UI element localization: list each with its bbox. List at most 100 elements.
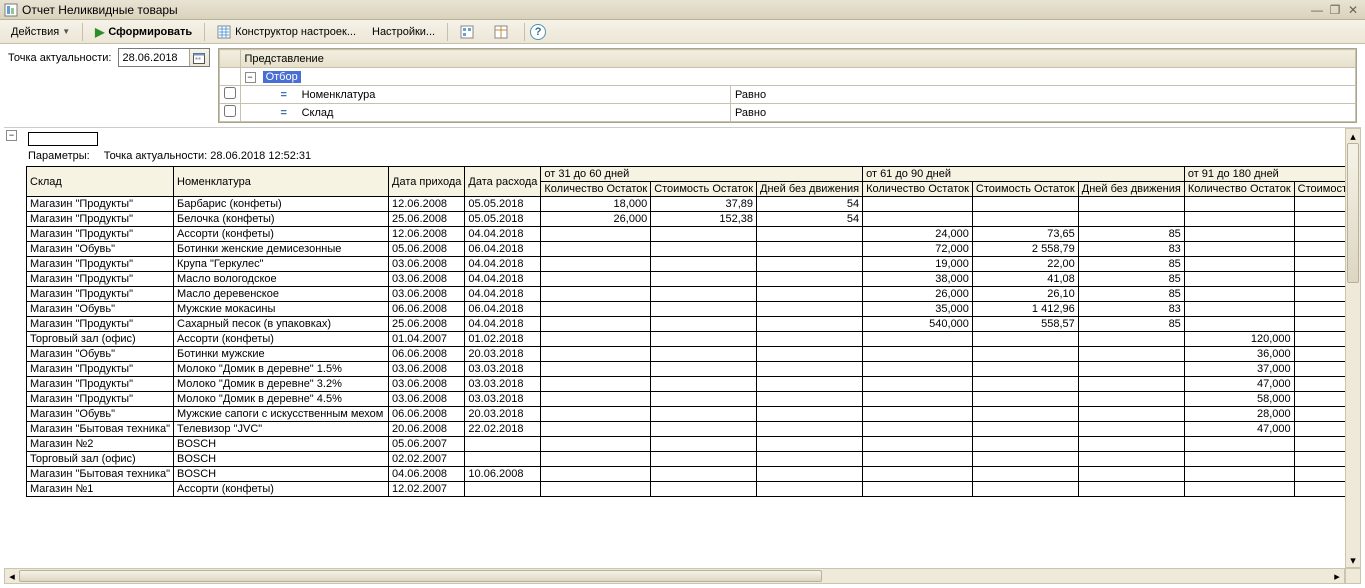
table-row[interactable]: Магазин "Бытовая техника"BOSCH04.06.2008…	[27, 467, 1346, 482]
title-bar: Отчет Неликвидные товары — ❐ ✕	[0, 0, 1365, 20]
col-group-3: от 91 до 180 дней	[1184, 167, 1345, 182]
cell: 12.06.2008	[389, 227, 465, 242]
tool-icon-1[interactable]	[453, 22, 485, 42]
calendar-button[interactable]	[189, 49, 209, 66]
filter-root[interactable]: − Отбор	[240, 68, 1356, 86]
table-row[interactable]: Магазин "Продукты"Барбарис (конфеты)12.0…	[27, 197, 1346, 212]
params-label: Параметры:	[28, 150, 90, 162]
close-button[interactable]: ✕	[1345, 3, 1361, 17]
cell: 26,10	[972, 287, 1078, 302]
cell	[757, 287, 863, 302]
table-row[interactable]: Магазин "Продукты"Молоко "Домик в деревн…	[27, 377, 1346, 392]
sub-cost: Стоимость Остаток	[972, 182, 1078, 197]
settings-button[interactable]: Настройки...	[365, 22, 442, 42]
table-row[interactable]: Магазин "Продукты"Сахарный песок (в упак…	[27, 317, 1346, 332]
cell: 25.06.2008	[389, 317, 465, 332]
scroll-thumb[interactable]	[19, 570, 822, 582]
cell: Сахарный песок (в упаковках)	[174, 317, 389, 332]
cell	[541, 287, 651, 302]
filter-row-item[interactable]: = Номенклатура	[240, 86, 730, 104]
table-row[interactable]: Магазин "Продукты"Белочка (конфеты)25.06…	[27, 212, 1346, 227]
tool-icon-2[interactable]	[487, 22, 519, 42]
actions-menu[interactable]: Действия ▼	[4, 22, 77, 42]
constructor-button[interactable]: Конструктор настроек...	[210, 22, 363, 42]
cell	[972, 467, 1078, 482]
cell	[972, 437, 1078, 452]
cell	[541, 452, 651, 467]
table-row[interactable]: Магазин "Продукты"Масло вологодское03.06…	[27, 272, 1346, 287]
cell	[541, 482, 651, 497]
relevance-value[interactable]	[119, 49, 189, 66]
cell	[757, 392, 863, 407]
scroll-right-icon[interactable]: ▸	[1330, 570, 1344, 582]
scroll-thumb[interactable]	[1347, 143, 1359, 283]
report-collapse-toggle[interactable]: −	[6, 130, 17, 141]
form-report-button[interactable]: ▶ Сформировать	[88, 22, 199, 42]
cell	[757, 227, 863, 242]
filter-row-checkbox[interactable]	[224, 87, 236, 99]
scroll-up-icon[interactable]: ▴	[1347, 129, 1359, 143]
filter-row-cond[interactable]: Равно	[730, 86, 1355, 104]
table-row[interactable]: Магазин №2BOSCH05.06.20071,000980,00	[27, 437, 1346, 452]
cell	[541, 227, 651, 242]
filter-row-item[interactable]: = Склад	[240, 104, 730, 122]
cell	[465, 452, 541, 467]
filter-header: Представление	[240, 50, 1356, 68]
filter-root-check	[219, 68, 240, 86]
relevance-date-input[interactable]	[118, 48, 210, 67]
cell	[541, 317, 651, 332]
table-row[interactable]: Торговый зал (офис)Ассорти (конфеты)01.0…	[27, 332, 1346, 347]
filter-root-label: Отбор	[263, 71, 301, 83]
cell: Магазин "Продукты"	[27, 272, 174, 287]
cell: Ассорти (конфеты)	[174, 482, 389, 497]
help-button[interactable]: ?	[530, 24, 546, 40]
cell: 04.06.2008	[389, 467, 465, 482]
table-row[interactable]: Магазин "Обувь"Мужские сапоги с искусств…	[27, 407, 1346, 422]
cell	[651, 422, 757, 437]
cell: 37,000	[1184, 362, 1294, 377]
table-row[interactable]: Магазин "Обувь"Ботинки женские демисезон…	[27, 242, 1346, 257]
scroll-down-icon[interactable]: ▾	[1347, 553, 1359, 567]
cell	[541, 302, 651, 317]
cell: 03.06.2008	[389, 287, 465, 302]
cell: 20.06.2008	[389, 422, 465, 437]
cell: 72,000	[863, 242, 973, 257]
table-row[interactable]: Магазин №1Ассорти (конфеты)12.02.2007240…	[27, 482, 1346, 497]
scroll-left-icon[interactable]: ◂	[5, 570, 19, 582]
cell: 18,000	[541, 197, 651, 212]
table-row[interactable]: Магазин "Продукты"Ассорти (конфеты)12.06…	[27, 227, 1346, 242]
cell: 06.04.2018	[465, 242, 541, 257]
cell: Магазин "Бытовая техника"	[27, 467, 174, 482]
filter-row-cond[interactable]: Равно	[730, 104, 1355, 122]
cell	[757, 302, 863, 317]
table-row[interactable]: Магазин "Продукты"Масло деревенское03.06…	[27, 287, 1346, 302]
equals-icon: =	[281, 107, 293, 119]
table-row[interactable]: Торговый зал (офис)BOSCH02.02.20072,0001…	[27, 452, 1346, 467]
horizontal-scrollbar[interactable]: ◂ ▸	[4, 568, 1345, 584]
cell	[541, 242, 651, 257]
col-sklad: Склад	[27, 167, 174, 197]
cell	[972, 197, 1078, 212]
collapse-toggle[interactable]: −	[245, 72, 256, 83]
filter-area: Точка актуальности: Представление − Отбо…	[0, 44, 1365, 125]
cell: 02.02.2007	[389, 452, 465, 467]
table-row[interactable]: Магазин "Обувь"Мужские мокасины06.06.200…	[27, 302, 1346, 317]
cell	[651, 242, 757, 257]
separator	[82, 23, 83, 41]
cell: 24,000	[863, 227, 973, 242]
cell: 03.06.2008	[389, 257, 465, 272]
cell	[651, 392, 757, 407]
cell: 85	[1078, 317, 1184, 332]
vertical-scrollbar[interactable]: ▴ ▾	[1345, 128, 1361, 568]
maximize-button[interactable]: ❐	[1327, 3, 1343, 17]
table-row[interactable]: Магазин "Продукты"Молоко "Домик в деревн…	[27, 392, 1346, 407]
table-row[interactable]: Магазин "Продукты"Крупа "Геркулес"03.06.…	[27, 257, 1346, 272]
minimize-button[interactable]: —	[1309, 3, 1325, 17]
table-row[interactable]: Магазин "Продукты"Молоко "Домик в деревн…	[27, 362, 1346, 377]
table-row[interactable]: Магазин "Обувь"Ботинки мужские06.06.2008…	[27, 347, 1346, 362]
cell	[1184, 302, 1294, 317]
cell	[757, 332, 863, 347]
filter-row-checkbox[interactable]	[224, 105, 236, 117]
table-row[interactable]: Магазин "Бытовая техника"Телевизор "JVC"…	[27, 422, 1346, 437]
cell	[972, 422, 1078, 437]
